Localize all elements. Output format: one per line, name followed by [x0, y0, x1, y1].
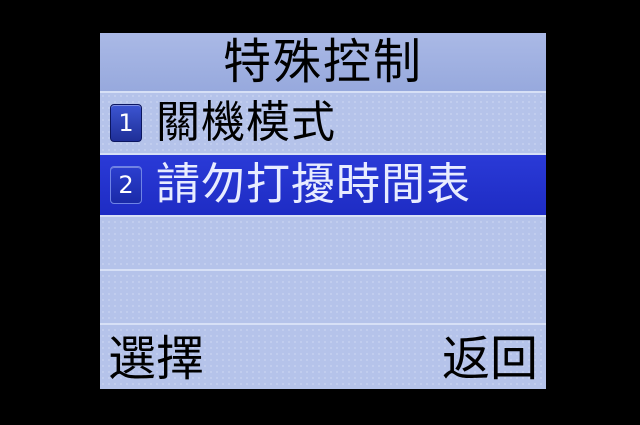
softkey-bar: 選擇 返回	[100, 329, 546, 389]
menu-item-do-not-disturb-schedule[interactable]: 2 請勿打擾時間表	[100, 155, 546, 217]
empty-row	[100, 271, 546, 325]
back-softkey[interactable]: 返回	[442, 331, 538, 387]
empty-row	[100, 217, 546, 271]
number-2-icon: 2	[110, 166, 142, 204]
select-softkey[interactable]: 選擇	[108, 331, 204, 387]
title-bar: 特殊控制	[100, 33, 546, 93]
menu-list: 1 關機模式 2 請勿打擾時間表	[100, 93, 546, 325]
menu-item-label: 關機模式	[156, 97, 336, 148]
number-1-icon: 1	[110, 104, 142, 142]
menu-item-label: 請勿打擾時間表	[156, 159, 471, 210]
page-title: 特殊控制	[222, 34, 423, 90]
phone-screen: 特殊控制 1 關機模式 2 請勿打擾時間表 選擇 返回	[100, 33, 546, 389]
menu-item-shutdown-mode[interactable]: 1 關機模式	[100, 93, 546, 155]
